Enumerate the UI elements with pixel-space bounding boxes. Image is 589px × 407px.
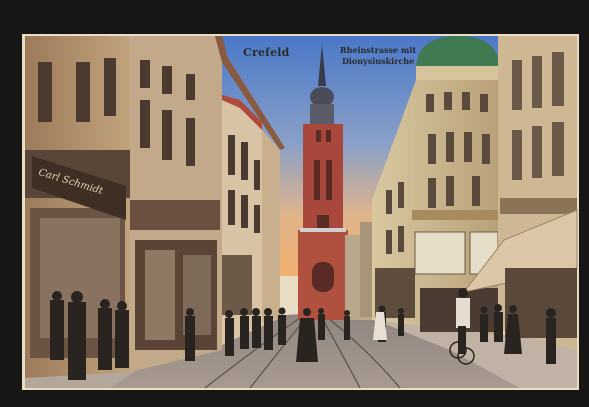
caption-street-line1: Rheinstrasse mit [340, 45, 417, 55]
caption-street-line2: Dionysiuskirche [341, 56, 415, 66]
caption-town: Crefeld [243, 46, 290, 59]
postcard: Crefeld Rheinstrasse mit Dionysiuskirche… [0, 0, 589, 407]
caption-street: Rheinstrasse mit Dionysiuskirche [340, 45, 416, 67]
postcard-image [0, 0, 589, 407]
